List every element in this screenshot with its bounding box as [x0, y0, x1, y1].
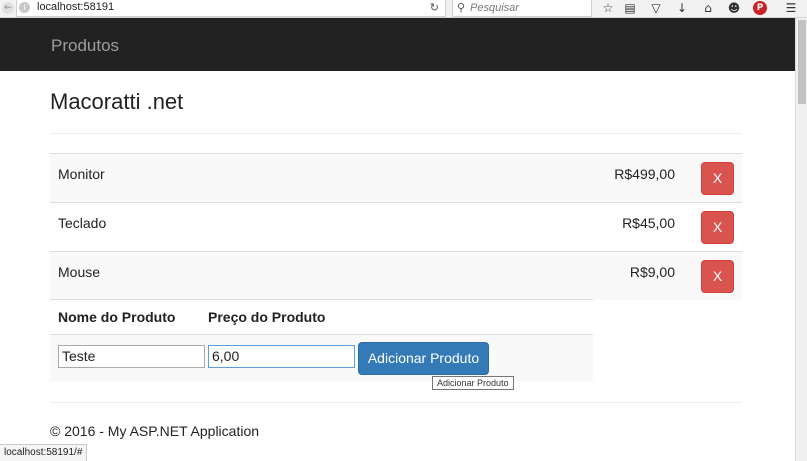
- address-url: localhost:58191: [37, 1, 115, 13]
- title-divider: [50, 133, 742, 134]
- product-name: Teclado: [58, 215, 107, 231]
- app-navbar: Produtos: [0, 18, 795, 71]
- add-product-form: Nome do Produto Preço do Produto Teste 6…: [50, 299, 593, 382]
- product-price-input[interactable]: 6,00: [208, 345, 355, 368]
- home-icon[interactable]: ⌂: [701, 1, 715, 15]
- form-header-row: Nome do Produto Preço do Produto: [50, 299, 593, 335]
- bookmark-star-icon[interactable]: ☆: [601, 1, 615, 15]
- page-title: Macoratti .net: [50, 89, 184, 114]
- footer-copyright: © 2016 - My ASP.NET Application: [50, 423, 260, 439]
- product-name-input[interactable]: Teste: [58, 345, 205, 368]
- add-product-button[interactable]: Adicionar Produto: [358, 342, 489, 375]
- search-icon: ⚲: [457, 1, 466, 14]
- table-row: Teclado R$45,00 X: [50, 202, 742, 251]
- search-placeholder: Pesquisar: [470, 2, 519, 14]
- navbar-brand[interactable]: Produtos: [51, 36, 119, 56]
- delete-product-button[interactable]: X: [701, 162, 734, 195]
- add-product-tooltip: Adicionar Produto: [432, 376, 514, 390]
- status-bar-url: localhost:58191/#: [0, 444, 88, 461]
- delete-product-button[interactable]: X: [701, 260, 734, 293]
- scrollbar-thumb[interactable]: [798, 20, 806, 104]
- address-bar[interactable]: i localhost:58191 ↻: [16, 0, 446, 17]
- browser-toolbar: ← i localhost:58191 ↻ ⚲ Pesquisar ☆ ▤ ▽ …: [0, 0, 807, 18]
- product-name: Mouse: [58, 264, 101, 280]
- table-row: Mouse R$9,00 X: [50, 251, 742, 300]
- product-price-header: Preço do Produto: [208, 309, 326, 325]
- hamburger-menu-icon[interactable]: ☰: [784, 1, 798, 15]
- pocket-icon[interactable]: ▽: [649, 1, 663, 15]
- footer-divider: [50, 402, 742, 403]
- browser-search-input[interactable]: ⚲ Pesquisar: [452, 0, 592, 17]
- products-table: Monitor R$499,00 X Teclado R$45,00 X Mou…: [50, 153, 742, 300]
- page-scrollbar[interactable]: [795, 18, 807, 461]
- reading-list-icon[interactable]: ▤: [623, 1, 637, 15]
- product-price: R$9,00: [629, 264, 675, 280]
- product-price: R$45,00: [622, 215, 675, 231]
- form-input-row: Teste 6,00 Adicionar Produto: [50, 335, 593, 382]
- table-row: Monitor R$499,00 X: [50, 153, 742, 202]
- product-name: Monitor: [58, 166, 105, 182]
- site-info-icon[interactable]: i: [19, 2, 30, 13]
- product-price: R$499,00: [614, 166, 675, 182]
- product-name-header: Nome do Produto: [58, 309, 176, 325]
- download-icon[interactable]: ↓: [675, 1, 689, 15]
- delete-product-button[interactable]: X: [701, 211, 734, 244]
- reload-icon[interactable]: ↻: [430, 1, 439, 14]
- back-icon[interactable]: ←: [2, 2, 14, 14]
- pinterest-icon[interactable]: P: [753, 1, 767, 15]
- smiley-icon[interactable]: ☻: [727, 1, 741, 15]
